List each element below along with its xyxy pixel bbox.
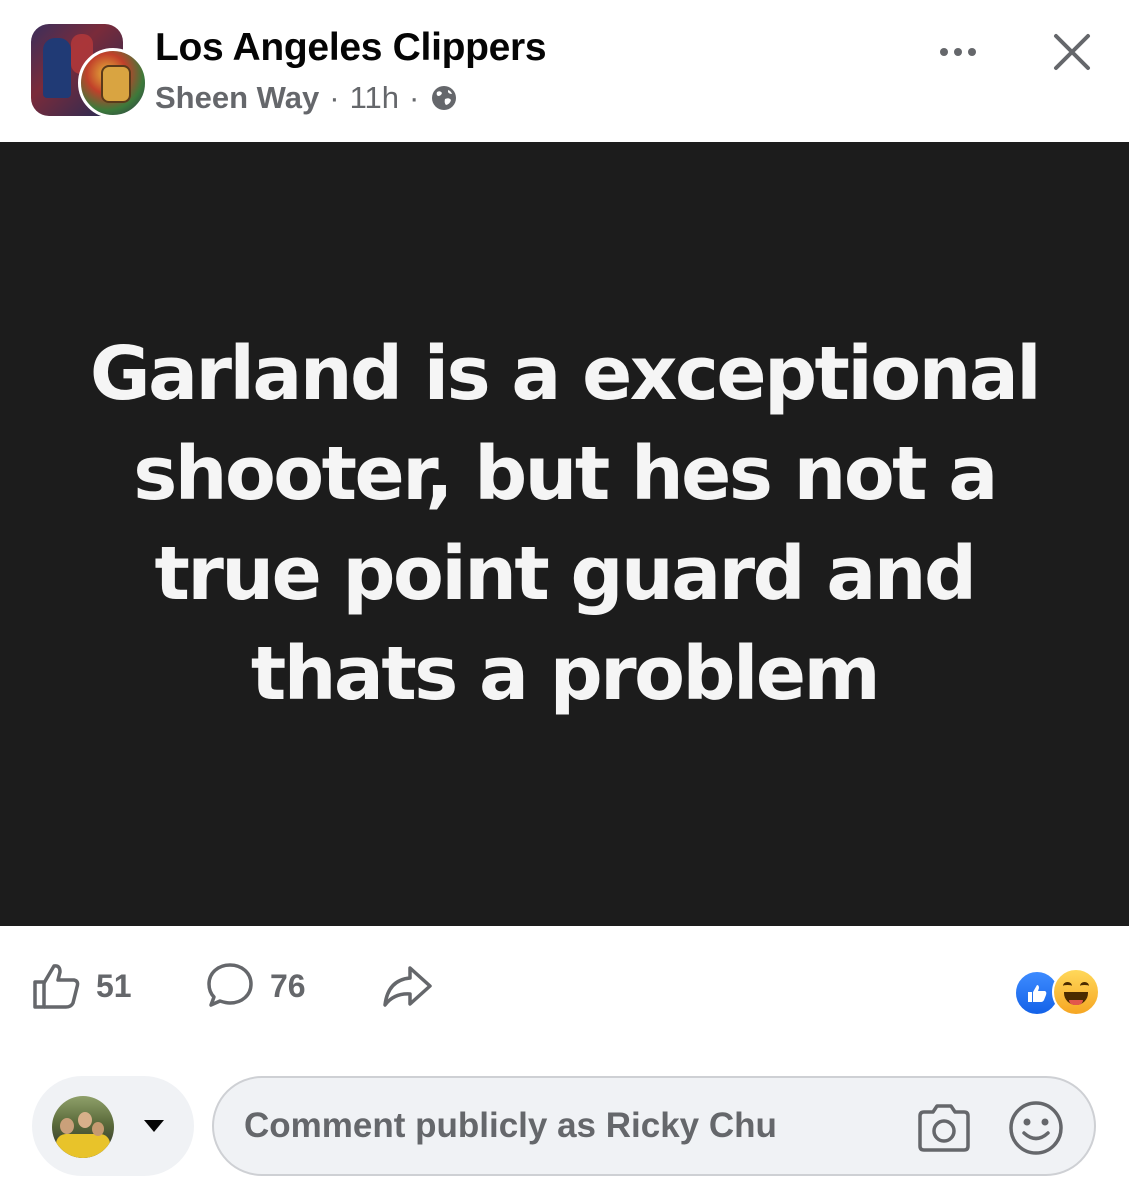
avatar-detail — [78, 1112, 92, 1128]
group-name[interactable]: Los Angeles Clippers — [155, 26, 547, 70]
comment-count: 76 — [270, 967, 306, 1004]
more-options-button[interactable] — [932, 34, 984, 70]
post-header: Los Angeles Clippers Sheen Way · 11h · — [0, 0, 1129, 142]
post-actions: 51 76 — [0, 940, 1129, 1030]
thumbs-up-icon — [1028, 985, 1047, 1002]
camera-icon[interactable] — [914, 1100, 974, 1156]
post-time[interactable]: 11h — [350, 80, 399, 116]
commenter-avatar — [52, 1096, 114, 1158]
haha-reaction-icon — [1052, 968, 1100, 1016]
like-button[interactable]: 51 — [30, 958, 132, 1014]
more-horizontal-icon — [954, 48, 962, 56]
comment-button[interactable]: 76 — [204, 958, 306, 1014]
haha-eye — [1063, 982, 1072, 990]
group-avatar-figure — [43, 38, 71, 98]
smiley-icon[interactable] — [1006, 1098, 1066, 1158]
post-text: Garland is a exceptional shooter, but he… — [89, 331, 1042, 717]
author-avatar-art — [101, 65, 131, 103]
reaction-summary[interactable] — [1014, 966, 1102, 1016]
comment-composer — [0, 1070, 1129, 1190]
post-meta: Sheen Way · 11h · — [155, 80, 459, 116]
share-button[interactable] — [380, 958, 434, 1014]
close-icon[interactable] — [1048, 28, 1096, 76]
meta-separator: · — [408, 80, 420, 115]
author-avatar[interactable] — [78, 48, 148, 118]
avatar-detail — [56, 1134, 110, 1158]
comment-input[interactable] — [244, 1078, 884, 1174]
haha-tongue — [1069, 1000, 1083, 1005]
author-name[interactable]: Sheen Way — [155, 80, 319, 116]
haha-eye — [1080, 982, 1089, 990]
avatar-detail — [92, 1122, 104, 1136]
thumbs-up-icon — [33, 964, 80, 1009]
more-horizontal-icon — [940, 48, 948, 56]
meta-separator: · — [329, 80, 340, 115]
more-horizontal-icon — [968, 48, 976, 56]
like-count: 51 — [96, 967, 132, 1004]
share-arrow-icon — [383, 966, 432, 1007]
chevron-down-icon — [144, 1120, 164, 1132]
post-content-card[interactable]: Garland is a exceptional shooter, but he… — [0, 142, 1129, 926]
globe-icon — [432, 86, 457, 110]
profile-switcher[interactable] — [32, 1076, 194, 1176]
comment-bubble-icon — [207, 963, 253, 1007]
avatar-detail — [60, 1118, 74, 1134]
comment-box[interactable] — [212, 1076, 1096, 1176]
